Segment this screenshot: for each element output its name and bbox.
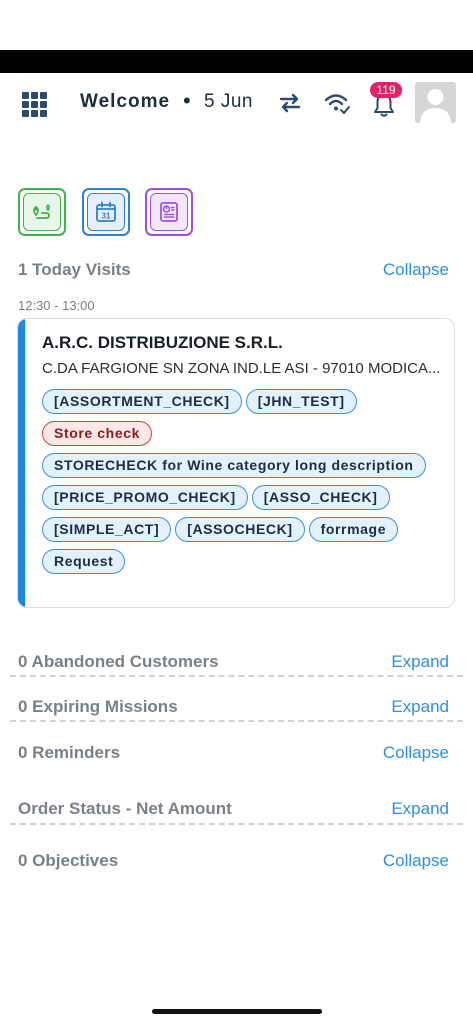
visit-customer-name: A.R.C. DISTRIBUZIONE S.R.L. <box>42 333 283 352</box>
activity-tag[interactable]: [SIMPLE_ACT] <box>42 517 172 542</box>
activity-tag[interactable]: [JHN_TEST] <box>245 389 357 414</box>
route-map-button[interactable] <box>18 188 66 236</box>
order-status-expand-link[interactable]: Expand <box>391 799 449 819</box>
user-silhouette-icon <box>415 82 456 123</box>
activity-tag[interactable]: Store check <box>42 421 152 446</box>
section-divider <box>10 823 463 825</box>
activity-tag[interactable]: [ASSORTMENT_CHECK] <box>42 389 242 414</box>
visit-customer-address: C.DA FARGIONE SN ZONA IND.LE ASI - 97010… <box>42 360 441 377</box>
order-status-title: Order Status - Net Amount <box>18 799 232 818</box>
wifi-check-icon <box>323 90 351 116</box>
expiring-missions-expand-link[interactable]: Expand <box>391 697 449 717</box>
visit-card[interactable]: A.R.C. DISTRIBUZIONE S.R.L. C.DA FARGION… <box>17 318 455 608</box>
activity-tag[interactable]: [PRICE_PROMO_CHECK] <box>42 485 248 510</box>
activity-tag[interactable]: STORECHECK for Wine category long descri… <box>42 453 426 478</box>
visit-time: 12:30 - 13:00 <box>18 298 95 313</box>
today-visits-title: 1 Today Visits <box>18 260 131 279</box>
calendar-icon: 31 <box>96 201 116 222</box>
notifications-button[interactable]: 119 <box>366 82 402 122</box>
section-divider <box>10 720 463 722</box>
visit-card-accent <box>18 319 25 607</box>
home-indicator[interactable] <box>152 1009 322 1014</box>
abandoned-customers-expand-link[interactable]: Expand <box>391 652 449 672</box>
header-date: 5 Jun <box>204 91 253 112</box>
calendar-day: 31 <box>102 212 111 221</box>
calendar-button[interactable]: 31 <box>82 188 130 236</box>
activity-tag[interactable]: forrmage <box>308 517 399 542</box>
abandoned-customers-title: 0 Abandoned Customers <box>18 652 219 671</box>
objectives-collapse-link[interactable]: Collapse <box>383 851 449 871</box>
section-divider <box>10 675 463 677</box>
grid-menu-icon[interactable] <box>22 92 48 118</box>
route-map-icon <box>33 203 51 219</box>
top-black-bar <box>0 50 473 73</box>
visit-activity-tags: [ASSORTMENT_CHECK] [JHN_TEST] Store chec… <box>42 389 442 574</box>
activity-tag[interactable]: Request <box>42 549 126 574</box>
report-chart-icon <box>160 202 178 222</box>
status-bar <box>0 0 473 50</box>
app-header: Welcome • 5 Jun 119 <box>0 78 473 126</box>
expiring-missions-title: 0 Expiring Missions <box>18 697 178 716</box>
activity-tag[interactable]: [ASSOCHECK] <box>175 517 305 542</box>
report-button[interactable] <box>145 188 193 236</box>
activity-tag[interactable]: [ASSO_CHECK] <box>251 485 390 510</box>
objectives-title: 0 Objectives <box>18 851 119 870</box>
sync-icon[interactable] <box>277 90 303 116</box>
separator-dot: • <box>183 88 191 113</box>
avatar[interactable] <box>415 82 456 123</box>
today-visits-collapse-link[interactable]: Collapse <box>383 260 449 280</box>
notification-badge: 119 <box>370 82 402 98</box>
welcome-text: Welcome <box>80 91 171 112</box>
reminders-collapse-link[interactable]: Collapse <box>383 743 449 763</box>
reminders-title: 0 Reminders <box>18 743 121 762</box>
